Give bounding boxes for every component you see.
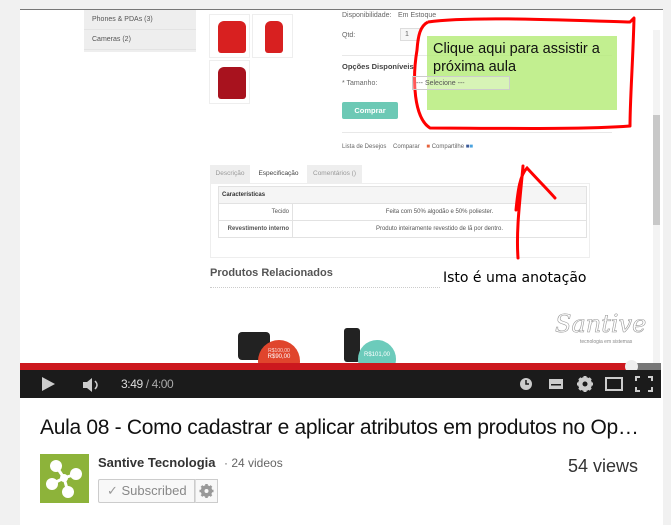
current-time: 3:49 (121, 377, 143, 391)
video-count-link[interactable]: · 24 videos (224, 456, 283, 470)
gear-icon (199, 484, 214, 498)
watermark-subtitle: tecnologia em sistemas (580, 339, 633, 345)
spec-key: Tecido (218, 203, 293, 221)
volume-icon[interactable] (82, 377, 104, 393)
product-thumbnail (209, 60, 250, 104)
spec-table: Características Tecido Feita com 50% algo… (218, 186, 587, 238)
category-menu: Phones & PDAs (3) Cameras (2) (84, 10, 196, 52)
view-count: 54 views (567, 456, 638, 476)
options-heading: Opções Disponíveis (342, 62, 414, 71)
divider (342, 132, 612, 133)
video-title: Aula 08 - Como cadastrar e aplicar atrib… (40, 416, 639, 439)
tab-descricao: Descrição (210, 165, 250, 183)
play-icon[interactable] (40, 376, 56, 392)
scrollbar (653, 30, 660, 363)
tab-comentarios: Comentários () (307, 165, 362, 183)
compare-link: Comparar (393, 144, 420, 150)
subscribed-button[interactable]: ✓ Subscribed (98, 479, 195, 503)
spec-value: Feita com 50% algodão e 50% poliester. (292, 203, 587, 221)
size-select: --- Selecione --- (412, 76, 510, 90)
settings-gear-icon[interactable] (576, 375, 594, 393)
annotation-next-lesson[interactable] (427, 36, 617, 110)
menu-item: Cameras (2) (84, 30, 196, 50)
annotation-note: Isto é uma anotação (443, 270, 587, 286)
size-label: * Tamanho: (342, 80, 378, 87)
spec-panel: Características Tecido Feita com 50% algo… (210, 183, 590, 258)
tab-especificacao: Especificação (250, 165, 307, 183)
watch-later-icon[interactable] (519, 377, 533, 391)
santive-watermark: Santive (555, 310, 647, 339)
channel-name-link[interactable]: Santive Tecnologia (98, 455, 216, 470)
availability-label: Disponibilidade: (342, 12, 392, 19)
buy-button: Comprar (342, 102, 398, 119)
video-frame[interactable]: Phones & PDAs (3) Cameras (2) Disponibil… (20, 10, 661, 363)
share-link: Compartilhe (431, 144, 465, 150)
theater-mode-icon[interactable] (605, 377, 623, 391)
check-icon: ✓ (107, 483, 122, 498)
channel-avatar[interactable] (40, 454, 89, 503)
spec-key: Revestimento interno (218, 220, 293, 238)
progress-played (20, 363, 632, 370)
product-thumbnail (252, 14, 293, 58)
wishlist-link: Lista de Desejos (342, 144, 387, 150)
table-row: Tecido Feita com 50% algodão e 50% polies… (218, 203, 587, 221)
product-thumbnail (209, 14, 250, 58)
spec-header: Características (218, 186, 587, 204)
subscription-settings-button[interactable] (195, 479, 218, 503)
divider (210, 287, 440, 288)
subscribed-label: Subscribed (121, 483, 187, 498)
price-badge: R$101,00 (358, 340, 396, 363)
spec-value: Produto inteiramente revestido de lã por… (292, 220, 587, 238)
qty-input: 1 (400, 28, 420, 41)
menu-item: Phones & PDAs (3) (84, 10, 196, 30)
captions-icon[interactable] (548, 378, 564, 390)
related-heading: Produtos Relacionados (210, 267, 333, 279)
table-row: Revestimento interno Produto inteiramente… (218, 220, 587, 238)
qty-label: Qtd: (342, 32, 356, 39)
availability-value: Em Estoque (398, 12, 437, 19)
fullscreen-icon[interactable] (635, 376, 653, 392)
player-controls: 3:49 / 4:00 (20, 370, 661, 398)
duration: 4:00 (151, 377, 174, 391)
